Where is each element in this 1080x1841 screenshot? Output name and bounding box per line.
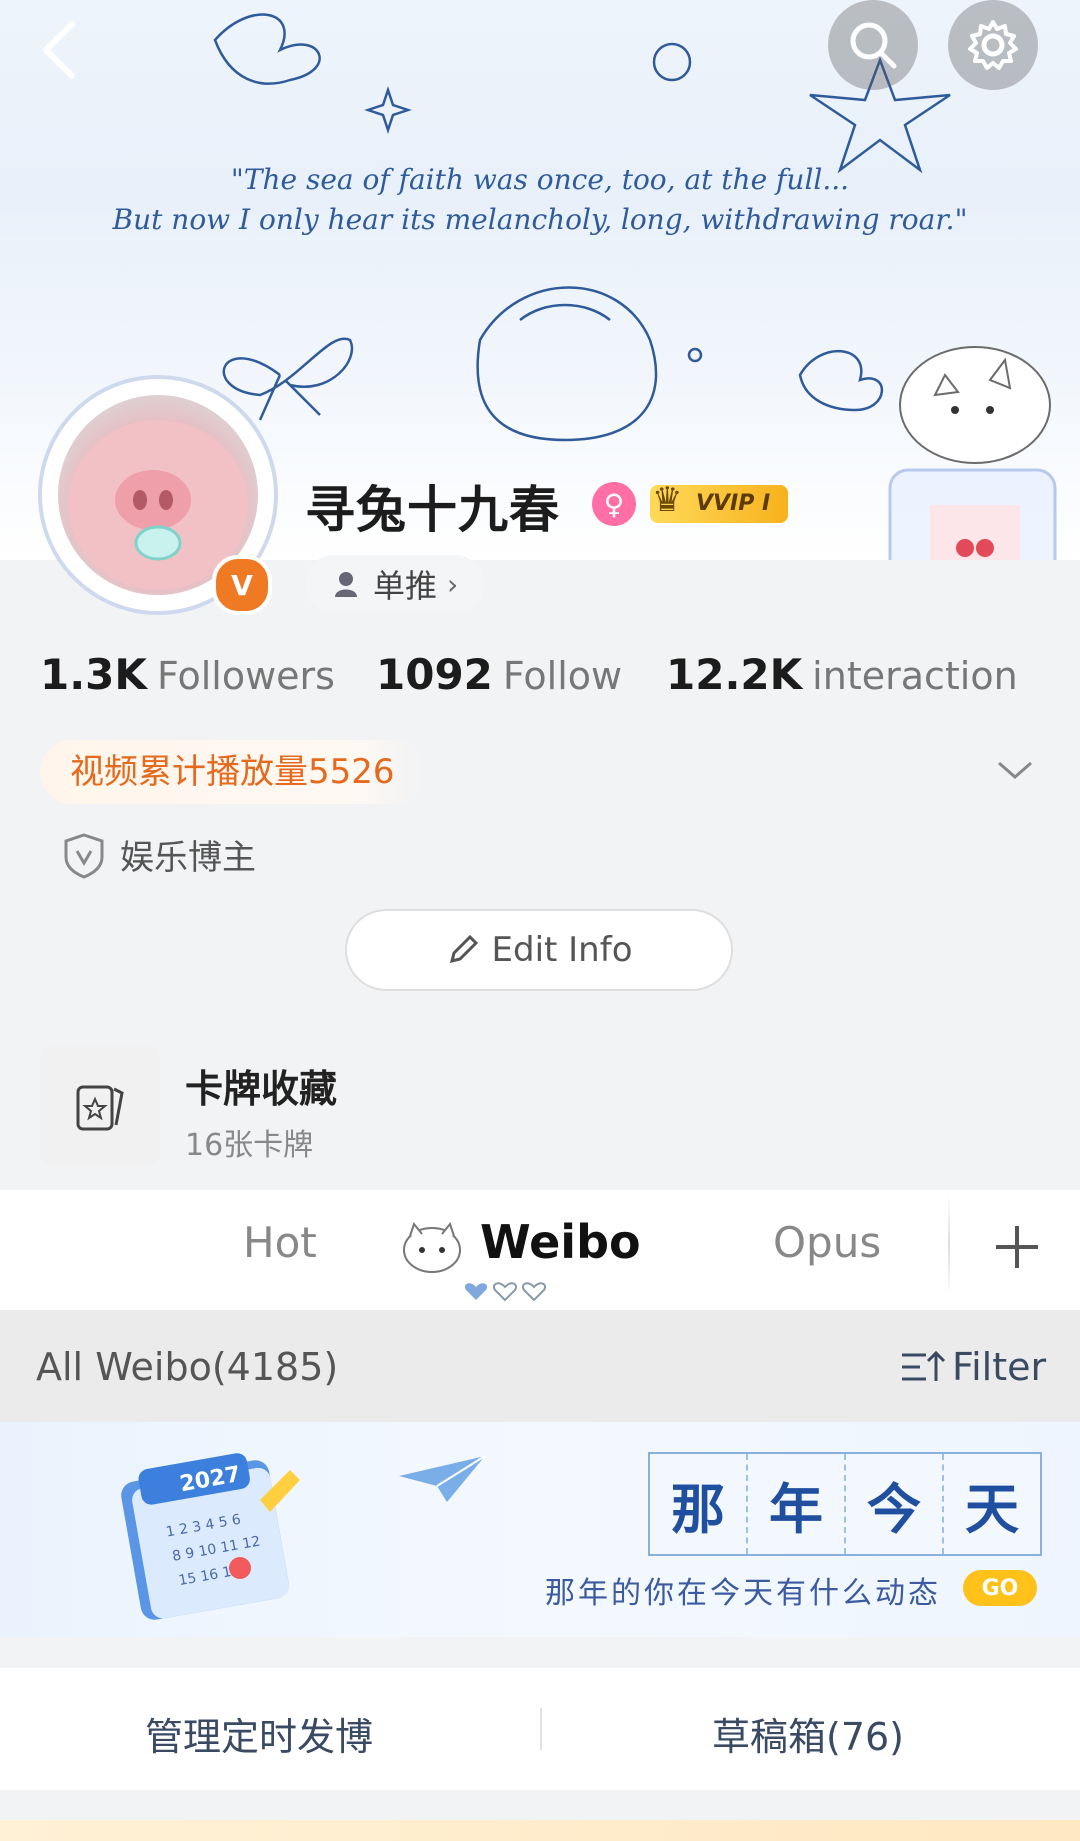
actions-divider (540, 1708, 542, 1750)
cat-sticker-icon (400, 1220, 464, 1278)
back-chevron-icon (43, 21, 75, 79)
tab-hot[interactable]: Hot (243, 1218, 317, 1267)
chevron-down-icon[interactable] (995, 755, 1035, 785)
follow-stat[interactable]: 1092 Follow (376, 650, 622, 699)
card-collection-subtitle: 16张卡牌 (185, 1128, 314, 1163)
chevron-right-icon: › (447, 567, 459, 601)
certification[interactable]: 娱乐博主 (62, 830, 256, 879)
search-icon (850, 22, 897, 69)
memory-title-char: 天 (965, 1476, 1019, 1541)
memory-title-char: 今 (846, 1454, 944, 1554)
tab-opus[interactable]: Opus (773, 1218, 881, 1267)
drafts-button[interactable]: 草稿箱(76) (712, 1706, 904, 1761)
tab-weibo[interactable]: Weibo (480, 1215, 641, 1269)
crown-icon: ♛ (652, 480, 683, 520)
pencil-icon (449, 934, 478, 964)
certification-label: 娱乐博主 (120, 838, 256, 878)
filter-button[interactable]: Filter (900, 1345, 1046, 1389)
banner-quote: "The sea of faith was once, too, at the … (0, 160, 1080, 240)
followers-stat[interactable]: 1.3K Followers (40, 650, 335, 699)
female-icon: ♀ (592, 482, 636, 526)
card-collection-title[interactable]: 卡牌收藏 (185, 1058, 337, 1113)
heart-indicator-icon (464, 1282, 546, 1302)
vvip-label: VVIP I (696, 491, 771, 516)
memory-subtitle: 那年的你在今天有什么动态 (545, 1576, 941, 1611)
go-button[interactable]: GO (963, 1570, 1037, 1606)
tag-label: 单推 (373, 567, 438, 605)
tab-divider (948, 1195, 950, 1295)
verified-badge: V (212, 555, 272, 615)
card-star-icon (76, 1085, 124, 1131)
calendar-illustration: 2027 1 2 3 4 5 6 8 9 10 11 12 15 16 17 (121, 1453, 300, 1620)
search-button[interactable] (828, 0, 918, 90)
memory-title-grid: 那 年 今 天 (648, 1452, 1042, 1556)
quote-line-1: "The sea of faith was once, too, at the … (230, 163, 850, 196)
scheduled-posts-button[interactable]: 管理定时发博 (145, 1706, 373, 1761)
filter-label: Filter (952, 1345, 1047, 1389)
edit-info-label: Edit Info (491, 930, 633, 970)
next-card-peek (0, 1820, 1080, 1841)
filter-sort-icon (902, 1350, 946, 1381)
plus-icon[interactable] (992, 1222, 1042, 1272)
edit-info-button[interactable]: Edit Info (345, 909, 733, 991)
memory-title-char: 那 (650, 1454, 748, 1554)
interaction-stat[interactable]: 12.2K interaction (666, 650, 1018, 699)
all-weibo-count: All Weibo(4185) (36, 1345, 339, 1389)
settings-button[interactable] (948, 0, 1038, 90)
card-collection-icon[interactable] (40, 1045, 160, 1165)
profile-tag[interactable]: 单推 › (305, 555, 485, 613)
back-button[interactable] (30, 10, 90, 80)
shield-v-icon (64, 832, 104, 879)
profile-name: 寻兔十九春 (305, 481, 560, 539)
quote-line-2: But now I only hear its melancholy, long… (112, 203, 968, 236)
user-icon (335, 572, 357, 597)
memory-title-char: 年 (748, 1454, 846, 1554)
gear-icon (968, 20, 1018, 70)
paper-plane-icon (399, 1455, 486, 1502)
video-play-count[interactable]: 视频累计播放量5526 (40, 740, 425, 804)
